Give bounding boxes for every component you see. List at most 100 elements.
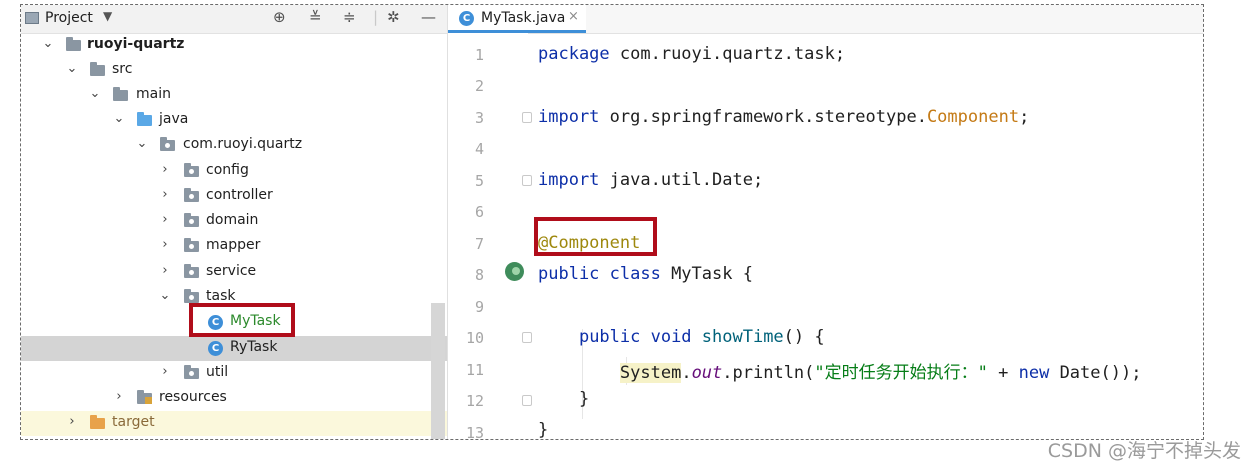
chevron-down-icon[interactable]: ⌄	[65, 61, 79, 76]
tree-item-src[interactable]: ⌄ src	[21, 58, 447, 83]
tree-item-mapper[interactable]: › mapper	[21, 234, 447, 259]
chevron-right-icon[interactable]: ›	[158, 364, 172, 379]
ide-window: Project ▼ ⊕ ≚ ≑ | ✲ — ⌄ ruoyi-quartz ⌄ s…	[20, 4, 1204, 440]
chevron-down-icon[interactable]: ⌄	[112, 111, 126, 126]
expand-all-icon[interactable]: ≚	[309, 8, 322, 26]
tree-item-resources[interactable]: › resources	[21, 386, 447, 411]
fold-icon[interactable]	[522, 332, 532, 343]
chevron-down-icon[interactable]: ⌄	[135, 136, 149, 151]
tree-item-domain[interactable]: › domain	[21, 209, 447, 234]
code-line-12: }	[578, 389, 590, 409]
fold-icon[interactable]	[522, 395, 532, 406]
tree-item-label: task	[206, 288, 236, 304]
project-panel: Project ▼ ⊕ ≚ ≑ | ✲ — ⌄ ruoyi-quartz ⌄ s…	[21, 5, 447, 439]
tab-label: MyTask.java	[481, 10, 566, 26]
chevron-down-icon[interactable]: ⌄	[88, 86, 102, 101]
hide-icon[interactable]: —	[421, 8, 436, 26]
line-number: 10	[465, 329, 484, 347]
package-icon	[184, 188, 199, 202]
tree-item-label: mapper	[206, 237, 261, 253]
tree-item-util[interactable]: › util	[21, 361, 447, 386]
tree-item-label: ruoyi-quartz	[87, 36, 185, 52]
code-line-8: public class MyTask {	[538, 264, 753, 284]
tree-item-java[interactable]: ⌄ java	[21, 108, 447, 133]
module-folder-icon	[66, 37, 81, 51]
package-icon	[184, 289, 199, 303]
code-line-1: package com.ruoyi.quartz.task;	[538, 44, 846, 64]
tree-item-label: domain	[206, 212, 259, 228]
fold-icon[interactable]	[522, 175, 532, 186]
line-number: 12	[465, 392, 484, 410]
project-window-icon	[25, 12, 39, 24]
folder-icon	[113, 87, 128, 101]
line-number: 1	[474, 46, 484, 64]
tree-item-label: com.ruoyi.quartz	[183, 136, 303, 152]
toolbar-divider: |	[373, 8, 379, 26]
tree-item-config[interactable]: › config	[21, 159, 447, 184]
tree-item-label: util	[206, 364, 229, 380]
code-line-3: import org.springframework.stereotype.Co…	[538, 107, 1030, 127]
chevron-right-icon[interactable]: ›	[112, 389, 126, 404]
tree-item-service[interactable]: › service	[21, 260, 447, 285]
tree-item-main[interactable]: ⌄ main	[21, 83, 447, 108]
line-number: 7	[474, 235, 484, 253]
code-line-5: import java.util.Date;	[538, 170, 764, 190]
watermark: CSDN @海宁不掉头发	[1047, 440, 1241, 462]
tree-item-com-ruoyi-quartz[interactable]: ⌄ com.ruoyi.quartz	[21, 133, 447, 158]
chevron-right-icon[interactable]: ›	[158, 212, 172, 227]
tree-item-label: service	[206, 263, 257, 279]
line-number: 6	[474, 203, 484, 221]
code-line-11: System.out.println("定时任务开始执行：" + new Dat…	[619, 363, 1142, 383]
package-icon	[184, 213, 199, 227]
tab-mytask-java[interactable]: C MyTask.java ×	[448, 5, 586, 33]
line-number: 2	[474, 77, 484, 95]
tree-item-controller[interactable]: › controller	[21, 184, 447, 209]
chevron-right-icon[interactable]: ›	[158, 162, 172, 177]
line-number: 11	[465, 361, 484, 379]
tree-item-label: target	[112, 414, 155, 430]
package-icon	[184, 163, 199, 177]
editor-tab-bar: C MyTask.java ×	[448, 5, 1203, 34]
package-icon	[184, 264, 199, 278]
chevron-down-icon[interactable]: ▼	[103, 9, 112, 23]
excluded-folder-icon	[90, 415, 105, 429]
chevron-right-icon[interactable]: ›	[158, 237, 172, 252]
project-panel-header: Project ▼ ⊕ ≚ ≑ | ✲ —	[21, 5, 447, 34]
package-icon	[184, 365, 199, 379]
line-number: 13	[465, 424, 484, 440]
chevron-down-icon[interactable]: ⌄	[41, 36, 55, 51]
annotation-highlight-box	[534, 217, 657, 256]
gear-icon[interactable]: ✲	[387, 8, 400, 26]
tree-item-label: RyTask	[230, 339, 278, 355]
tree-item-label: src	[112, 61, 133, 77]
close-icon[interactable]: ×	[568, 9, 579, 24]
tree-item-target[interactable]: › target	[21, 411, 447, 436]
tree-item-ruoyi-quartz[interactable]: ⌄ ruoyi-quartz	[21, 33, 447, 58]
line-number: 9	[474, 298, 484, 316]
line-number-gutter: 1 2 3 4 5 6 7 8 9 10 11 12 13	[448, 33, 532, 440]
package-icon	[184, 238, 199, 252]
tree-item-label: java	[159, 111, 189, 127]
fold-icon[interactable]	[522, 112, 532, 123]
line-number: 5	[474, 172, 484, 190]
collapse-all-icon[interactable]: ≑	[343, 8, 356, 26]
package-icon	[160, 137, 175, 151]
code-line-13: }	[538, 420, 549, 440]
tree-item-label: main	[136, 86, 171, 102]
project-scrollbar[interactable]	[431, 303, 445, 439]
line-number: 4	[474, 140, 484, 158]
chevron-right-icon[interactable]: ›	[158, 187, 172, 202]
project-panel-title[interactable]: Project	[45, 10, 93, 26]
chevron-right-icon[interactable]: ›	[65, 414, 79, 429]
tree-item-label: config	[206, 162, 249, 178]
code-editor[interactable]: C MyTask.java × 1 2 3 4 5 6 7 8 9 10 11 …	[447, 5, 1203, 440]
folder-icon	[90, 62, 105, 76]
chevron-right-icon[interactable]: ›	[158, 263, 172, 278]
chevron-down-icon[interactable]: ⌄	[158, 288, 172, 303]
locate-icon[interactable]: ⊕	[273, 8, 286, 26]
source-folder-icon	[137, 112, 152, 126]
tree-item-rytask[interactable]: C RyTask	[21, 336, 447, 361]
spring-bean-icon[interactable]	[505, 262, 524, 281]
tree-item-label: controller	[206, 187, 273, 203]
java-class-icon: C	[208, 341, 223, 356]
